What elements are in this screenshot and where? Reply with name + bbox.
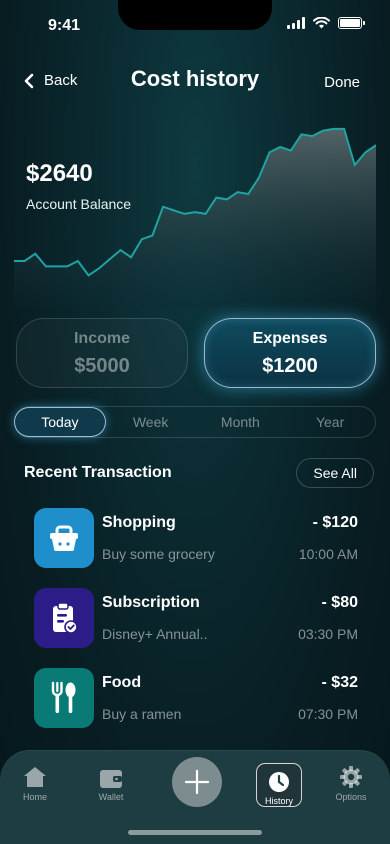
done-button[interactable]: Done [324,74,360,91]
expenses-amount: $1200 [262,355,318,377]
period-selector: Today Week Month Year [14,406,376,438]
expenses-card[interactable]: Expenses $1200 [204,318,376,388]
clipboard-check-icon [53,602,78,634]
period-today[interactable]: Today [14,407,106,437]
add-transaction-button[interactable] [172,757,222,807]
recent-transactions-title: Recent Transaction [24,464,172,481]
tab-history-label: History [264,796,293,806]
wallet-icon [100,770,122,788]
transaction-time: 07:30 PM [298,706,358,722]
income-card[interactable]: Income $5000 [16,318,188,388]
clock-icon [269,772,289,792]
transaction-name: Food [102,674,142,691]
tab-history[interactable]: History [256,763,302,807]
transaction-row[interactable]: Subscription Disney+ Annual.. - $80 03:3… [34,588,358,648]
cutlery-icon [51,681,76,713]
back-button[interactable]: Back [24,72,77,89]
status-time: 9:41 [48,17,81,34]
transaction-description: Disney+ Annual.. [102,626,208,642]
chart-area-fill [14,128,376,308]
tab-home-label: Home [22,792,47,802]
battery-icon [338,17,365,29]
transaction-description: Buy some grocery [102,546,215,562]
expenses-label: Expenses [252,330,328,347]
chevron-left-icon [24,73,34,88]
transaction-time: 03:30 PM [298,626,358,642]
cellular-signal-icon [287,17,305,29]
transaction-amount: - $80 [321,594,358,611]
account-balance: $2640 Account Balance [26,160,131,212]
transaction-row[interactable]: Shopping Buy some grocery - $120 10:00 A… [34,508,358,568]
income-label: Income [73,330,130,347]
tab-options[interactable]: Options [326,763,376,802]
balance-label: Account Balance [26,196,132,212]
status-icons [287,17,365,29]
home-indicator [128,830,262,835]
period-week[interactable]: Week [106,407,196,437]
period-month[interactable]: Month [196,407,286,437]
tab-wallet[interactable]: Wallet [86,763,136,802]
income-amount: $5000 [74,355,130,377]
tab-options-label: Options [335,792,367,802]
transaction-icon-tile [34,588,94,648]
transaction-name: Shopping [102,514,176,531]
balance-amount: $2640 [26,160,93,187]
status-bar: 9:41 [0,0,390,48]
back-label: Back [44,72,78,89]
period-year[interactable]: Year [285,407,375,437]
home-icon [24,767,46,787]
device-notch [118,0,272,30]
wifi-icon [313,17,330,29]
transaction-icon-tile [34,668,94,728]
transaction-name: Subscription [102,594,200,611]
tab-home[interactable]: Home [10,763,60,802]
transaction-icon-tile [34,508,94,568]
tab-wallet-label: Wallet [98,792,124,802]
income-expenses-toggle: Income $5000 Expenses $1200 [16,318,376,388]
transaction-description: Buy a ramen [102,706,182,722]
basket-icon [50,525,78,551]
balance-area-chart [14,127,376,308]
plus-icon [184,769,210,795]
navigation-bar: Back Cost history Done [0,60,390,104]
gear-icon [340,766,362,788]
transaction-time: 10:00 AM [298,546,358,562]
see-all-button[interactable]: See All [296,458,374,488]
transaction-amount: - $120 [312,514,358,531]
transaction-amount: - $32 [321,674,358,691]
transaction-row[interactable]: Food Buy a ramen - $32 07:30 PM [34,668,358,728]
